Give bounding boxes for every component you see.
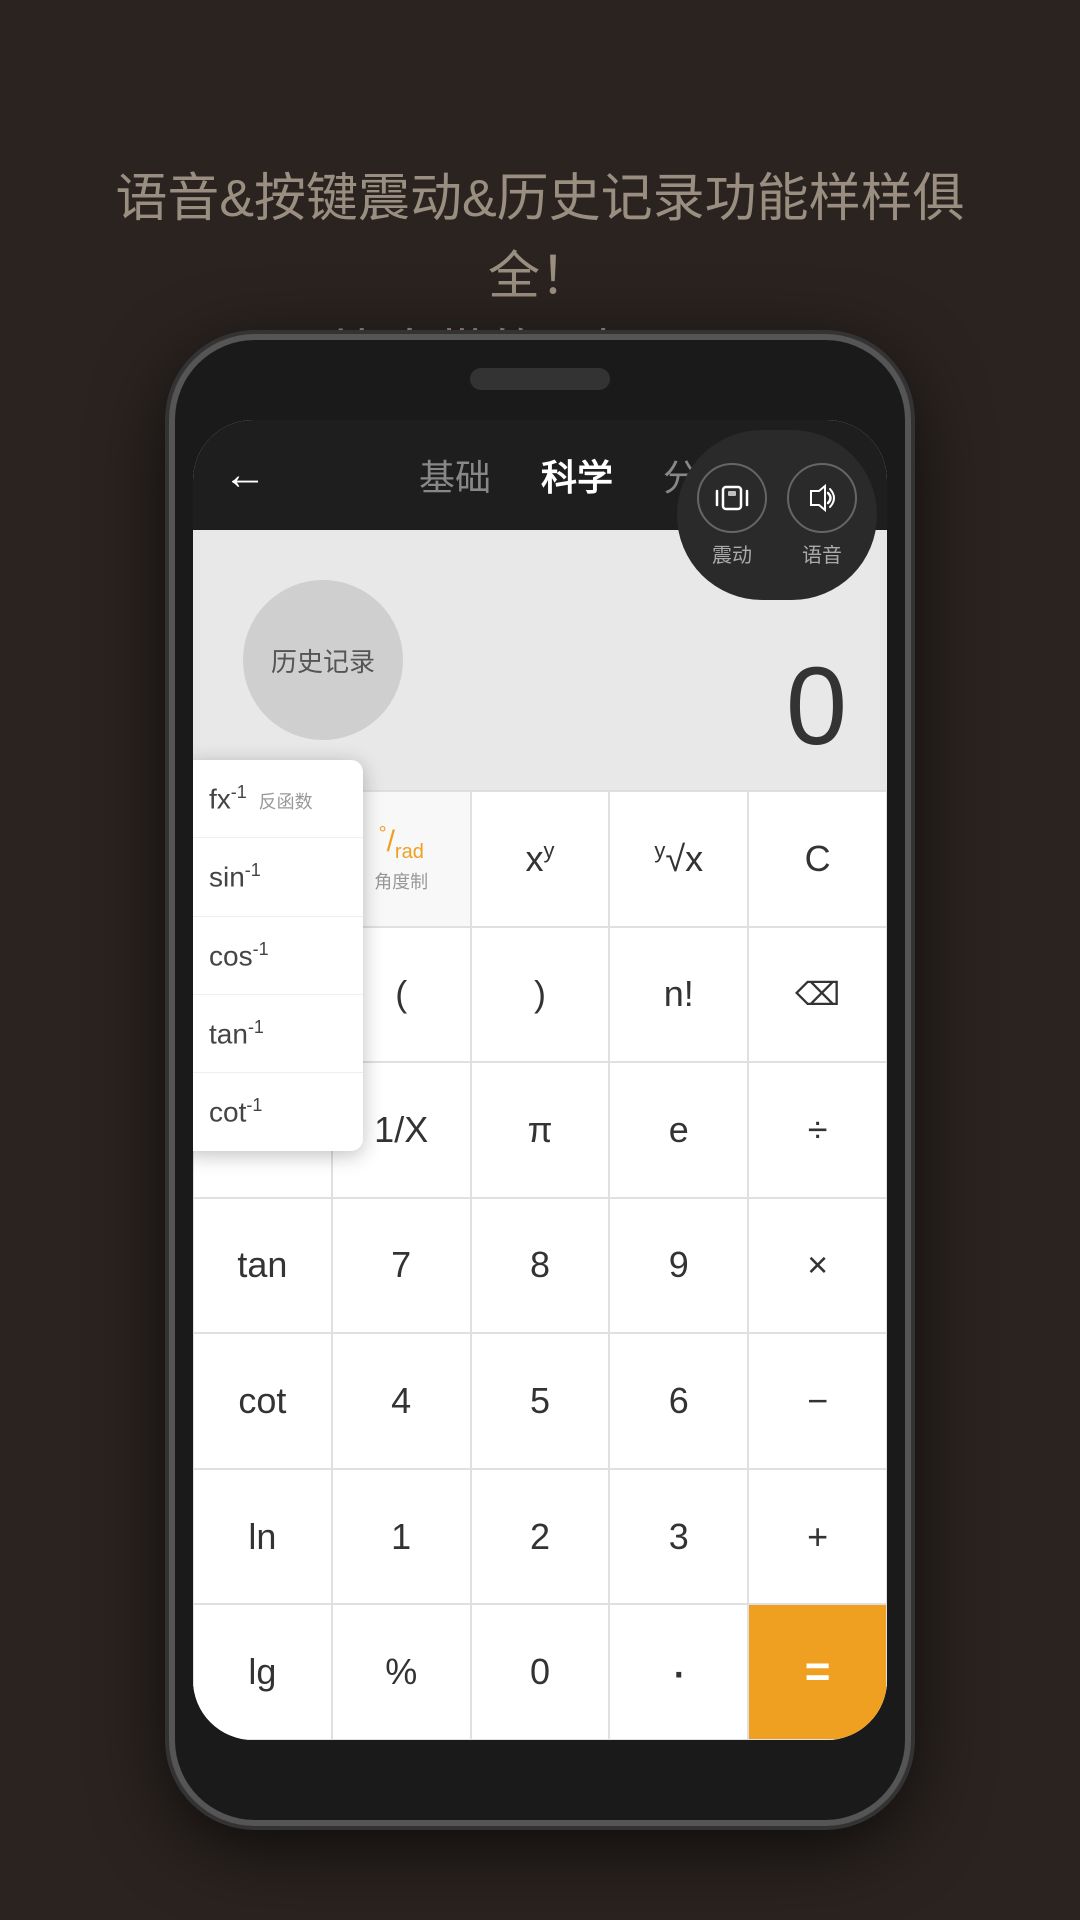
key-_-r1c4[interactable]: ⌫ [748,927,887,1063]
tab-basic[interactable]: 基础 [419,449,491,501]
vibrate-icon [697,463,767,533]
key-label: tan [237,1244,287,1286]
dropdown-item-cos-inv[interactable]: cos-1 [193,917,363,995]
key-2-r5c2[interactable]: 2 [471,1469,610,1605]
key-_-r2c4[interactable]: ÷ [748,1062,887,1198]
key-label: °/rad [379,823,424,864]
key-cot-r4c0[interactable]: cot [193,1333,332,1469]
dropdown-item-fx-inv[interactable]: fx-1 反函数 [193,760,363,838]
key-e-r2c3[interactable]: e [609,1062,748,1198]
key-tan-r3c0[interactable]: tan [193,1198,332,1334]
key-label: ln [248,1516,276,1558]
key-label: 8 [530,1244,550,1286]
key-_-r6c1[interactable]: % [332,1604,471,1740]
key-label: 2 [530,1516,550,1558]
dropdown-item-sin-inv[interactable]: sin-1 [193,838,363,916]
key-8-r3c2[interactable]: 8 [471,1198,610,1334]
key-label: e [669,1109,689,1151]
key-lg-r6c0[interactable]: lg [193,1604,332,1740]
key-label: 0 [530,1651,550,1693]
nav-bar: ← 基础 科学 分数 [193,420,887,530]
key-label: % [385,1651,417,1693]
key-label: 9 [669,1244,689,1286]
key-_-r3c4[interactable]: × [748,1198,887,1334]
key-label: 1 [391,1516,411,1558]
key-label: C [805,838,831,880]
key-label: cot [238,1380,286,1422]
key-9-r3c3[interactable]: 9 [609,1198,748,1334]
key-n_-r1c3[interactable]: n! [609,927,748,1063]
vibrate-label: 震动 [712,539,752,568]
key-_-r6c3[interactable]: · [609,1604,748,1740]
back-button[interactable]: ← [223,450,267,500]
key-_-r5c4[interactable]: + [748,1469,887,1605]
key-sublabel: 角度制 [374,868,428,894]
key-label: ⌫ [795,975,840,1013]
voice-option[interactable]: 语音 [787,463,857,568]
vibrate-option[interactable]: 震动 [697,463,767,568]
key-label: n! [664,973,694,1015]
key-label: 3 [669,1516,689,1558]
key-C-r0c4[interactable]: C [748,791,887,927]
key-0-r6c2[interactable]: 0 [471,1604,610,1740]
key-label: · [670,1642,687,1702]
voice-icon [787,463,857,533]
key-label: ) [534,973,546,1015]
key-label: 5 [530,1380,550,1422]
key-label: 6 [669,1380,689,1422]
dropdown-item-cot-inv[interactable]: cot-1 [193,1073,363,1150]
key-_-r6c4[interactable]: = [748,1604,887,1740]
key-label: = [805,1647,831,1697]
key-5-r4c2[interactable]: 5 [471,1333,610,1469]
key-_-r1c2[interactable]: ) [471,927,610,1063]
key-label: × [807,1244,828,1286]
key-label: 4 [391,1380,411,1422]
key-label: π [528,1109,553,1151]
phone-speaker [470,368,610,390]
key-_-r2c2[interactable]: π [471,1062,610,1198]
key-__x-r0c3[interactable]: y√x [609,791,748,927]
key-4-r4c1[interactable]: 4 [332,1333,471,1469]
key-x_-r0c2[interactable]: xy [471,791,610,927]
key-label: y√x [654,838,703,880]
tab-science[interactable]: 科学 [541,449,613,501]
phone-frame: ← 基础 科学 分数 [175,340,905,1820]
key-label: 7 [391,1244,411,1286]
key-label: 1/X [374,1109,428,1151]
dropdown-popup: fx-1 反函数 sin-1 cos-1 tan-1 cot-1 [193,760,363,1151]
phone-screen: ← 基础 科学 分数 [193,420,887,1740]
history-button[interactable]: 历史记录 [243,580,403,740]
key-3-r5c3[interactable]: 3 [609,1469,748,1605]
key-label: ÷ [808,1109,828,1151]
key-1-r5c1[interactable]: 1 [332,1469,471,1605]
voice-label: 语音 [802,539,842,568]
key-ln-r5c0[interactable]: ln [193,1469,332,1605]
display-value: 0 [786,643,847,770]
key-label: lg [248,1651,276,1693]
key-label: xy [525,838,554,880]
key-label: − [807,1380,828,1422]
promo-line1: 语音&按键震动&历史记录功能样样俱全！ [80,160,1000,316]
popup-menu: 震动 语音 [677,430,877,600]
dropdown-item-tan-inv[interactable]: tan-1 [193,995,363,1073]
key-7-r3c1[interactable]: 7 [332,1198,471,1334]
key-label: ( [395,973,407,1015]
key-label: + [807,1516,828,1558]
key-6-r4c3[interactable]: 6 [609,1333,748,1469]
key-_-r4c4[interactable]: − [748,1333,887,1469]
